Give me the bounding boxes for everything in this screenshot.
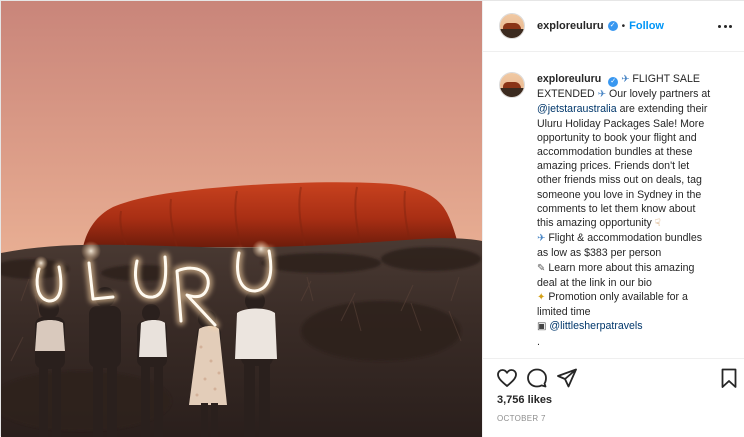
caption-line: this amazing opportunity ☟ [537,216,737,231]
caption-line: ▣ @littlesherpatravels [537,319,737,334]
caption-line: ✦ Promotion only available for a [537,290,737,305]
action-bar [483,366,744,390]
comment-icon[interactable] [525,366,549,390]
caption-line: opportunity to book your flight and [537,131,697,144]
mention-jetstaraustralia[interactable]: @jetstaraustralia [537,103,617,115]
post-sidebar: exploreuluru ✓ • Follow exploreuluru ✓ ✈… [482,1,744,437]
header-separator: • [621,20,626,32]
more-options-icon[interactable] [718,19,732,33]
pointing-down-icon: ☟ [654,218,661,230]
caption-line: deal at the link in our bio [537,276,652,289]
bookmark-icon[interactable] [717,366,741,390]
caption-line: as low as $383 per person [537,247,662,260]
caption-line: ✎ Learn more about this amazing [537,261,737,276]
verified-badge-icon: ✓ [608,77,619,87]
post-date[interactable]: OCTOBER 7 [497,414,546,423]
caption-line: limited time [537,306,591,319]
share-icon[interactable] [555,366,579,390]
caption-username[interactable]: exploreuluru [537,73,601,85]
caption-line: Uluru Holiday Packages Sale! More [537,117,705,130]
caption-line: someone you love in Sydney in the [537,188,702,201]
likes-count[interactable]: 3,756 likes [497,394,552,406]
header-username[interactable]: exploreuluru [537,20,604,32]
caption-line: accommodation bundles at these [537,146,693,159]
caption-line: comments to let them know about [537,202,696,215]
divider [483,358,744,359]
follow-button[interactable]: Follow [629,20,664,32]
avatar[interactable] [499,13,525,39]
caption-line: amazing prices. Friends don't let [537,160,690,173]
caption-line: other friends miss out on deals, tag [537,174,702,187]
caption-area: exploreuluru ✓ ✈ FLIGHT SALE EXTENDED ✈ … [483,53,744,357]
caption-line: . [537,349,540,357]
post-photo[interactable] [1,1,482,437]
airplane-icon: ✈ [597,89,607,101]
caption-avatar[interactable] [499,72,525,98]
caption-line: ✈ Flight & accommodation bundles [537,231,737,246]
caption-line: @jetstaraustralia are extending their [537,103,708,116]
verified-badge-icon: ✓ [607,21,618,31]
heart-icon[interactable] [495,366,519,390]
caption-text: exploreuluru ✓ ✈ FLIGHT SALE EXTENDED ✈ … [537,72,737,357]
post-header: exploreuluru ✓ • Follow [483,1,744,52]
post-dialog: exploreuluru ✓ • Follow exploreuluru ✓ ✈… [0,0,744,437]
caption-line: EXTENDED ✈ Our lovely partners at [537,87,737,102]
caption-line: . [537,335,540,348]
mention-littlesherpatravels[interactable]: @littlesherpatravels [546,320,642,332]
caption-line: exploreuluru ✓ ✈ FLIGHT SALE [537,72,737,87]
